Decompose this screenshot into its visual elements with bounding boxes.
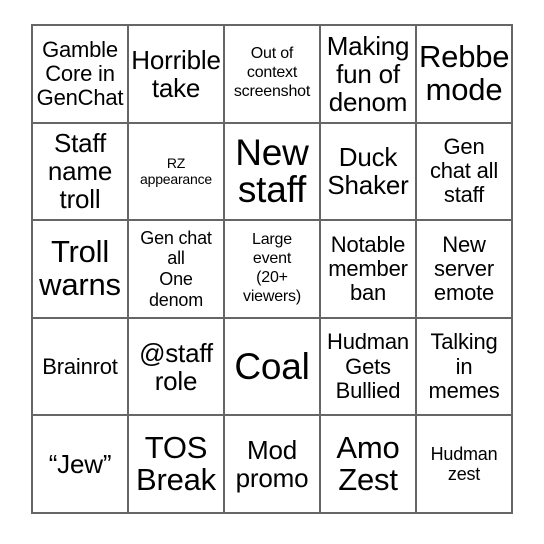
bingo-cell-label: RZ appearance (140, 154, 212, 188)
bingo-cell[interactable]: Rebbe mode (417, 26, 513, 124)
bingo-cell-label: Brainrot (42, 353, 118, 379)
bingo-cell-label: Gen chat all staff (429, 134, 499, 208)
bingo-cell-label: Staff name troll (47, 128, 113, 215)
bingo-cell-label: Talking in memes (428, 329, 500, 403)
bingo-cell-label: @staff role (139, 337, 213, 396)
bingo-cell-label: Gen chat all One denom (140, 227, 212, 310)
bingo-cell[interactable]: Staff name troll (33, 123, 129, 222)
bingo-cell[interactable]: Large event (20+ viewers) (225, 221, 321, 319)
bingo-cell-label: New server emote (433, 231, 495, 306)
bingo-cell[interactable]: Gen chat all staff (417, 123, 513, 222)
bingo-cell[interactable]: Mod promo (225, 416, 321, 514)
bingo-cell[interactable]: New staff (225, 123, 321, 222)
bingo-cell-label: Gamble Core in GenChat (36, 36, 124, 110)
bingo-cell[interactable]: Gamble Core in GenChat (33, 26, 129, 124)
bingo-cell[interactable]: New server emote (417, 221, 513, 319)
bingo-cell-label: Hudman zest (430, 443, 498, 485)
bingo-cell[interactable]: Duck Shaker (321, 123, 417, 222)
bingo-cell-label: “Jew” (48, 449, 112, 480)
bingo-cell-label: Out of context screenshot (233, 45, 311, 101)
bingo-cell[interactable]: Hudman zest (417, 416, 513, 514)
bingo-cell-label: Troll warns (39, 234, 121, 302)
bingo-cell-label: Hudman Gets Bullied (327, 329, 409, 403)
bingo-cell-label: New staff (235, 131, 309, 211)
bingo-cell-label: Large event (20+ viewers) (243, 231, 301, 305)
bingo-cell[interactable]: RZ appearance (129, 123, 225, 222)
bingo-cell[interactable]: Hudman Gets Bullied (321, 318, 417, 417)
bingo-cell[interactable]: TOS Break (129, 416, 225, 514)
bingo-cell[interactable]: @staff role (129, 318, 225, 417)
bingo-cell[interactable]: “Jew” (33, 416, 129, 514)
bingo-cell[interactable]: Brainrot (33, 318, 129, 417)
bingo-cell-label: Mod promo (235, 435, 309, 494)
bingo-cell[interactable]: Amo Zest (321, 416, 417, 514)
bingo-cell[interactable]: Notable member ban (321, 221, 417, 319)
bingo-cell-label: Coal (234, 345, 310, 387)
bingo-cell-label: Horrible take (131, 44, 221, 103)
bingo-card-grid: Gamble Core in GenChat Horrible take Out o… (31, 24, 513, 514)
bingo-cell-label: Making fun of denom (326, 30, 410, 117)
bingo-cell-label: Rebbe mode (419, 39, 510, 107)
bingo-cell-label: Duck Shaker (327, 142, 409, 201)
bingo-cell-label: Notable member ban (328, 231, 408, 306)
bingo-cell[interactable]: Horrible take (129, 26, 225, 124)
bingo-cell[interactable]: Gen chat all One denom (129, 221, 225, 319)
bingo-cell[interactable]: Out of context screenshot (225, 26, 321, 124)
bingo-cell[interactable]: Coal (225, 318, 321, 417)
bingo-cell-label: TOS Break (136, 429, 216, 498)
bingo-cell-label: Amo Zest (336, 429, 400, 498)
bingo-cell[interactable]: Making fun of denom (321, 26, 417, 124)
bingo-cell[interactable]: Troll warns (33, 221, 129, 319)
bingo-cell[interactable]: Talking in memes (417, 318, 513, 417)
